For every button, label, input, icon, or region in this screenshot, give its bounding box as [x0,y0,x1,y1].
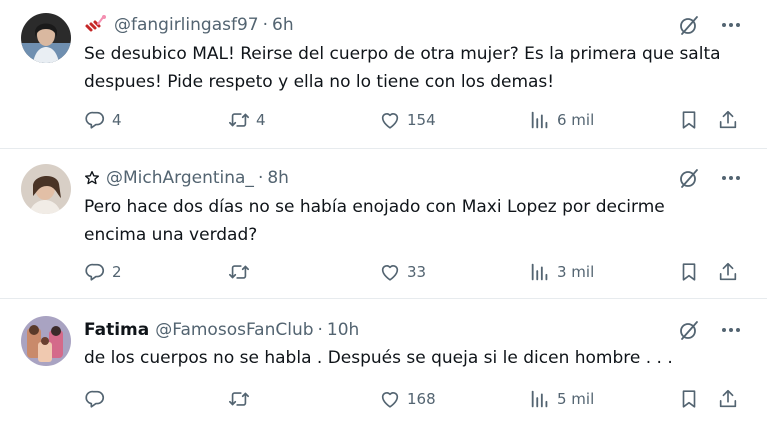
reply-icon [84,261,106,283]
views-icon [529,388,551,410]
separator-dot: · [317,320,323,340]
like-icon [379,261,401,283]
tweet-top-icons [659,318,743,342]
share-icon [717,388,739,410]
reply-count: 4 [112,111,122,129]
bookmark-icon [678,109,700,131]
like-count: 168 [407,390,436,408]
retweet-button[interactable]: 4 [228,108,266,132]
more-icon[interactable] [719,166,743,190]
retweet-button[interactable] [228,387,256,411]
views-count: 3 mil [557,263,595,281]
avatar[interactable] [21,13,71,63]
user-handle[interactable]: @MichArgentina_ [106,168,254,188]
views-count: 5 mil [557,390,595,408]
tweet-top-icons [659,166,743,190]
retweet-count: 4 [256,111,266,129]
retweet-icon [228,388,250,410]
retweet-icon [228,109,250,131]
timestamp[interactable]: 6h [272,15,294,35]
reply-icon [84,109,106,131]
separator-dot: · [257,168,264,188]
tweet-2[interactable]: @MichArgentina_ · 8h Pero hace dos días … [0,149,767,298]
separator-dot: · [262,15,268,35]
share-icon [717,261,739,283]
reply-button[interactable]: 4 [84,108,122,132]
grok-icon[interactable] [677,318,701,342]
like-button[interactable]: 168 [379,387,436,411]
bookmark-icon [678,388,700,410]
star-icon [84,170,100,186]
share-button[interactable] [717,108,739,132]
views-icon [529,261,551,283]
user-handle[interactable]: @fangirlingasf97 [114,15,259,35]
views-button[interactable]: 6 mil [529,108,594,132]
emoji-icon [84,14,108,36]
share-icon [717,109,739,131]
bookmark-button[interactable] [678,260,700,284]
tweet-text: Se desubico MAL! Reirse del cuerpo de ot… [84,44,721,92]
share-button[interactable] [717,260,739,284]
tweet-actions: 168 5 mil [84,387,744,411]
views-count: 6 mil [557,111,595,129]
reply-button[interactable]: 2 [84,260,122,284]
bookmark-button[interactable] [678,387,700,411]
display-name[interactable]: Fatima [84,320,149,340]
like-button[interactable]: 154 [379,108,436,132]
tweet-header: Fatima @FamososFanClub · 10h [84,318,359,342]
tweet-actions: 2 33 3 mil [84,260,744,284]
tweet-header: @fangirlingasf97 · 6h [84,13,294,37]
tweet-text: de los cuerpos no se habla . Después se … [84,348,673,368]
tweet-text: Pero hace dos días no se había enojado c… [84,197,665,245]
bookmark-icon [678,261,700,283]
more-icon[interactable] [719,13,743,37]
avatar[interactable] [21,316,71,366]
like-count: 33 [407,263,427,281]
reply-count: 2 [112,263,122,281]
tweet-3[interactable]: Fatima @FamososFanClub · 10h de los cuer… [0,299,767,427]
reply-button[interactable] [84,387,112,411]
timestamp[interactable]: 8h [267,168,289,188]
grok-icon[interactable] [677,13,701,37]
retweet-icon [228,261,250,283]
like-icon [379,109,401,131]
views-icon [529,109,551,131]
like-count: 154 [407,111,436,129]
tweet-top-icons [659,13,743,37]
views-button[interactable]: 3 mil [529,260,594,284]
tweet-1[interactable]: @fangirlingasf97 · 6h Se desubico MAL! R… [0,0,767,148]
avatar[interactable] [21,164,71,214]
grok-icon[interactable] [677,166,701,190]
reply-icon [84,388,106,410]
bookmark-button[interactable] [678,108,700,132]
like-button[interactable]: 33 [379,260,426,284]
tweet-header: @MichArgentina_ · 8h [84,166,289,190]
retweet-button[interactable] [228,260,256,284]
timestamp[interactable]: 10h [327,320,359,340]
like-icon [379,388,401,410]
user-handle[interactable]: @FamososFanClub [155,320,313,340]
share-button[interactable] [717,387,739,411]
tweet-actions: 4 4 154 6 mil [84,108,744,132]
more-icon[interactable] [719,318,743,342]
views-button[interactable]: 5 mil [529,387,594,411]
